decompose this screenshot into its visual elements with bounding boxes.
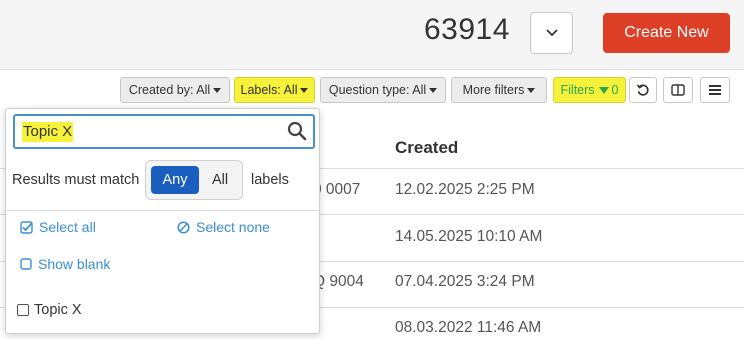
select-all-link[interactable]: Select all	[20, 219, 96, 235]
created-by-filter-label: Created by: All	[128, 83, 211, 97]
select-none-label: Select none	[196, 219, 270, 235]
divider	[6, 210, 319, 211]
labels-filter-label: Labels: All	[240, 83, 298, 97]
checkbox-empty-icon	[20, 258, 32, 270]
column-view-button[interactable]	[663, 77, 693, 103]
caret-down-icon	[527, 87, 536, 93]
select-all-label: Select all	[39, 219, 96, 235]
created-column-header[interactable]: Created	[395, 138, 458, 158]
chevron-down-icon	[545, 29, 558, 37]
result-count: 63914	[424, 13, 510, 46]
funnel-icon	[598, 86, 609, 94]
filters-count: 0	[611, 83, 619, 97]
labels-dropdown: Topic X Results must match Any All label…	[5, 108, 320, 334]
table-cell-created: 14.05.2025 10:10 AM	[395, 228, 543, 245]
match-mode-suffix: labels	[251, 172, 289, 188]
search-icon	[287, 121, 307, 141]
label-option-checkbox[interactable]	[17, 304, 29, 316]
labels-filter[interactable]: Labels: All	[234, 77, 315, 103]
table-cell-created: 07.04.2025 3:24 PM	[395, 273, 535, 290]
table-cell-created: 08.03.2022 11:46 AM	[395, 319, 542, 336]
columns-icon	[671, 84, 685, 96]
menu-button[interactable]	[700, 77, 730, 103]
more-filters-label: More filters	[462, 83, 525, 97]
match-any-button[interactable]: Any	[151, 166, 199, 194]
create-new-button[interactable]: Create New	[603, 13, 730, 53]
caret-down-icon	[213, 87, 222, 93]
created-by-filter[interactable]: Created by: All	[120, 77, 230, 103]
reset-icon	[636, 84, 649, 96]
question-type-filter[interactable]: Question type: All	[320, 77, 446, 103]
checkbox-checked-icon	[20, 220, 33, 234]
reset-button[interactable]	[629, 77, 657, 103]
show-blank-link[interactable]: Show blank	[20, 256, 110, 272]
filter-bar: Created by: All Labels: All Question typ…	[0, 70, 744, 110]
question-type-filter-label: Question type: All	[328, 83, 427, 97]
label-search-input[interactable]: Topic X	[13, 114, 315, 149]
options-dropdown-button[interactable]	[530, 12, 573, 54]
caret-down-icon	[429, 87, 438, 93]
match-mode-toggle: Any All	[145, 160, 243, 200]
label-search-value: Topic X	[22, 122, 74, 142]
more-filters-button[interactable]: More filters	[451, 77, 547, 103]
label-option-text: Topic X	[34, 302, 82, 318]
filters-label: Filters	[560, 83, 595, 97]
table-cell-id: 0 0007	[313, 181, 361, 198]
match-mode-label: Results must match	[12, 172, 140, 188]
select-none-link[interactable]: Select none	[177, 219, 270, 235]
table-cell-id: Q 9004	[313, 273, 364, 290]
show-blank-label: Show blank	[38, 256, 111, 272]
caret-down-icon	[300, 87, 309, 93]
filters-toggle-button[interactable]: Filters 0	[553, 77, 626, 103]
table-cell-created: 12.02.2025 2:25 PM	[395, 181, 535, 198]
label-option-item[interactable]: Topic X	[17, 302, 82, 318]
match-all-button[interactable]: All	[200, 166, 240, 194]
hamburger-icon	[709, 85, 721, 95]
top-bar: 63914 Create New	[0, 0, 744, 70]
ban-icon	[177, 220, 190, 234]
